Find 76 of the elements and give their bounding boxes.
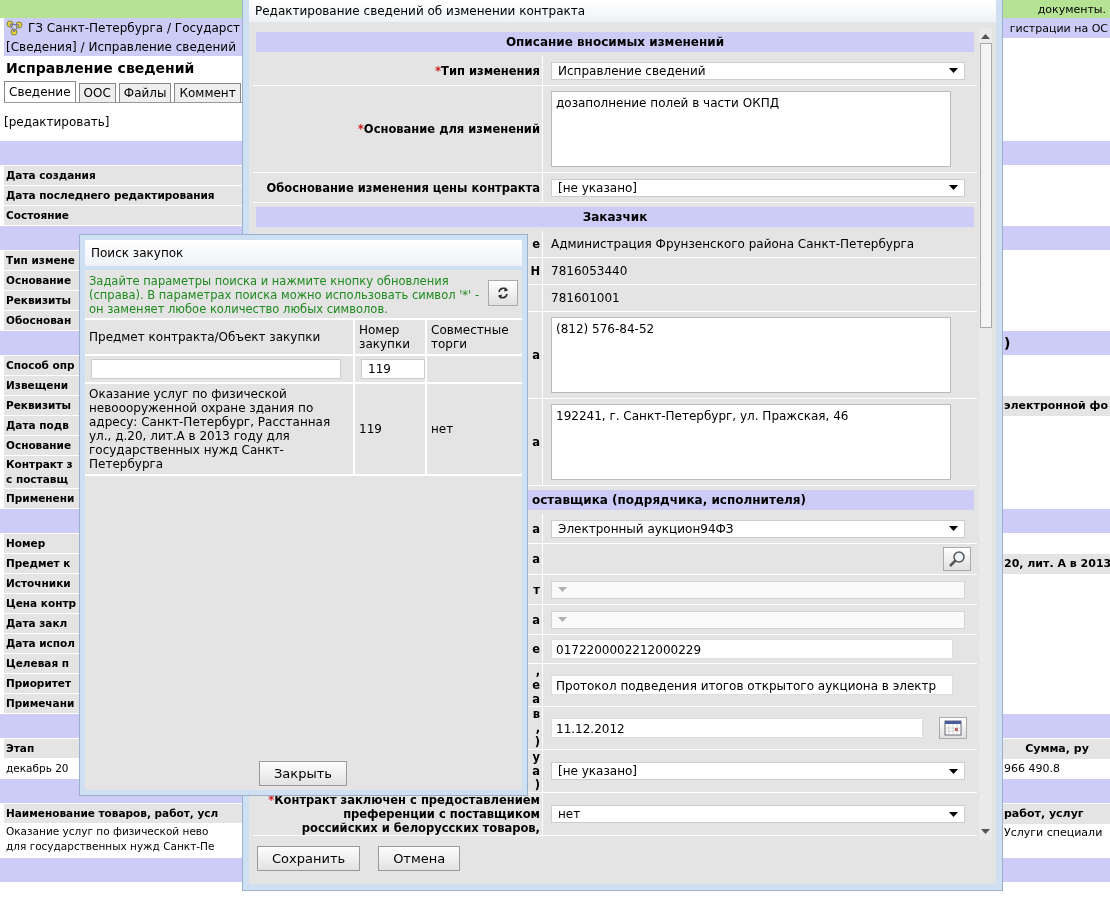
section-header: Заказчик xyxy=(256,207,974,227)
field-value: Администрация Фрунзенского района Санкт-Петербурга xyxy=(551,236,915,253)
scrollbar[interactable] xyxy=(979,28,992,840)
search-button[interactable] xyxy=(943,547,971,571)
field-label: электронной фо xyxy=(1002,396,1110,416)
field-label: т xyxy=(533,582,540,597)
field-label: Сумма, ру xyxy=(1002,739,1110,759)
edit-link[interactable]: [редактировать] xyxy=(4,115,110,129)
field-label: а xyxy=(532,612,540,627)
field-value: 7816053440 xyxy=(551,263,628,280)
result-cell[interactable]: Оказание услуг по физической невоооруженной охране здания по адресу: Санкт-Петербург, Расстанная ул., д.20, лит.А в 2013 году для государственных нужд Санкт-Петербурга xyxy=(85,384,355,474)
tab[interactable]: ООС xyxy=(78,83,116,102)
subject-filter-field[interactable] xyxy=(91,359,341,379)
dropdown-field[interactable]: нет xyxy=(551,805,965,823)
number-filter-field[interactable]: 119 xyxy=(361,359,425,379)
field-label: ) xyxy=(1003,334,1012,353)
field-label: а xyxy=(532,435,540,449)
result-cell[interactable]: нет xyxy=(427,384,522,474)
field-label: Обоснование изменения цены контракта xyxy=(266,180,540,195)
column-header: Предмет контракта/Объект закупки xyxy=(85,320,355,354)
cluster-icon xyxy=(6,20,24,36)
tab[interactable]: Коммент xyxy=(174,83,241,102)
field-label: 20, лит. А в 2013 xyxy=(1002,554,1110,574)
scroll-up-icon[interactable] xyxy=(981,34,990,39)
dropdown-field[interactable]: Электронный аукцион94ФЗ xyxy=(551,519,965,538)
text-field[interactable]: Протокол подведения итогов открытого аукциона в электр xyxy=(551,675,953,695)
close-button[interactable]: Закрыть xyxy=(259,761,347,786)
caret-icon xyxy=(949,811,958,817)
notice-text: документы. xyxy=(1037,2,1106,16)
field-label: Состояние xyxy=(4,206,243,226)
tab[interactable]: Сведение xyxy=(4,81,76,102)
field-value: 781601001 xyxy=(551,290,620,307)
text-area[interactable]: (812) 576-84-52 xyxy=(551,317,951,393)
field-label: работ, услуг xyxy=(1002,804,1110,824)
dropdown-field[interactable]: [не указано] xyxy=(551,762,965,780)
caret-icon xyxy=(949,185,958,190)
field-label: а xyxy=(532,521,540,536)
save-button[interactable]: Сохранить xyxy=(257,846,361,871)
dropdown-field[interactable]: Исправление сведений xyxy=(551,61,965,80)
field-label: Н xyxy=(530,264,540,278)
field-label: е xyxy=(532,642,540,656)
section-header: Описание вносимых изменений xyxy=(256,32,974,52)
text-area[interactable]: 192241, г. Санкт-Петербург, ул. Пражская, 46 xyxy=(551,404,951,480)
dialog-title: Редактирование сведений об изменении контракта xyxy=(255,4,586,18)
calendar-icon xyxy=(944,720,962,736)
page-title: Исправление сведений xyxy=(5,59,195,78)
field-label: Наименование товаров, работ, усл xyxy=(4,804,243,824)
tab[interactable]: Файлы xyxy=(118,83,172,102)
field-label: Дата создания xyxy=(4,166,243,186)
result-cell[interactable]: 119 xyxy=(355,384,427,474)
caret-icon xyxy=(949,768,958,774)
field-label: е xyxy=(532,237,540,251)
refresh-button[interactable] xyxy=(488,280,518,306)
field-label: Дата последнего редактирования xyxy=(4,186,243,206)
caret-icon xyxy=(949,526,958,531)
scroll-down-icon[interactable] xyxy=(981,829,990,834)
column-header: Номер закупки xyxy=(355,320,427,354)
column-header: Совместные торги xyxy=(430,322,510,353)
field-label: *Тип изменения xyxy=(435,63,540,78)
calendar-button[interactable] xyxy=(939,717,967,739)
refresh-icon xyxy=(496,286,510,300)
magnifier-icon xyxy=(948,550,966,568)
field-label: *Основание для изменений xyxy=(357,122,540,136)
cancel-button[interactable]: Отмена xyxy=(378,846,461,871)
text-area[interactable]: дозаполнение полей в части ОКПД xyxy=(551,91,951,167)
date-field[interactable]: 11.12.2012 xyxy=(551,718,923,738)
field-label: в , ) xyxy=(532,707,540,749)
field-label: у а ) xyxy=(532,750,540,792)
field-label: а xyxy=(532,348,540,362)
dropdown-field[interactable]: [не указано] xyxy=(551,178,965,197)
field-label: а xyxy=(532,552,540,566)
text-field[interactable]: 0172200002212000229 xyxy=(551,639,953,659)
caret-icon xyxy=(558,587,567,592)
caret-icon xyxy=(558,617,567,622)
caret-icon xyxy=(949,68,958,73)
breadcrumb-text: гистрации на ОС xyxy=(1009,21,1109,35)
